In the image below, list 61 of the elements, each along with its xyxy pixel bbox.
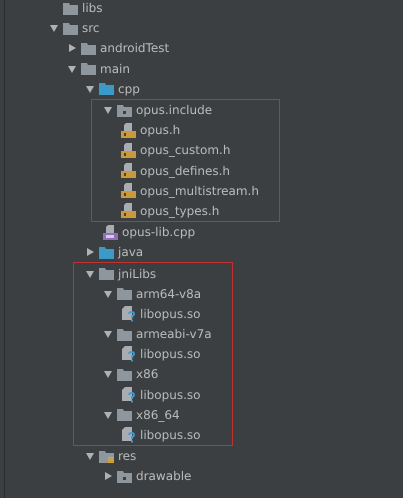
unknown-file-icon (121, 386, 136, 403)
tree-item-label[interactable]: libopus.so (140, 306, 201, 321)
tree-item-label[interactable]: libs (82, 1, 103, 16)
tree-item-label[interactable]: src (82, 21, 100, 36)
tree-item-label[interactable]: main (100, 62, 130, 76)
tree-item-label[interactable]: opus_defines.h (140, 164, 230, 178)
folder-icon (81, 62, 96, 76)
unknown-file-icon (121, 346, 136, 362)
tree-item-label[interactable]: arm64-v8a (136, 286, 202, 301)
folder-icon (117, 104, 132, 117)
expand-arrow-icon[interactable] (67, 64, 77, 74)
tree-item-label[interactable]: jniLibs (118, 266, 156, 281)
expand-arrow-icon[interactable] (103, 369, 113, 380)
tree-item-label[interactable]: res (118, 449, 136, 464)
unknown-file-icon (121, 306, 136, 322)
tree-item-label[interactable]: libopus.so (140, 428, 201, 442)
collapse-arrow-icon[interactable] (67, 43, 77, 54)
folder-icon (117, 368, 132, 381)
folder-icon (117, 470, 132, 483)
expand-arrow-icon[interactable] (103, 105, 113, 116)
header-file-icon (121, 163, 136, 178)
unknown-file-icon (121, 427, 136, 444)
expand-arrow-icon[interactable] (103, 288, 113, 299)
tree-item-label[interactable]: opus_types.h (140, 204, 220, 218)
tree-item-label[interactable]: androidTest (100, 41, 170, 56)
expand-arrow-icon[interactable] (103, 410, 113, 420)
folder-icon (117, 287, 132, 300)
tree-item-label[interactable]: x86 (136, 367, 158, 382)
header-file-icon (121, 183, 136, 198)
folder-icon (99, 82, 114, 96)
folder-icon (117, 328, 132, 341)
collapse-arrow-icon[interactable] (85, 247, 95, 258)
folder-icon (99, 267, 114, 280)
header-file-icon (121, 122, 136, 138)
expand-arrow-icon[interactable] (85, 268, 95, 279)
header-file-icon (121, 203, 136, 218)
collapse-arrow-icon[interactable] (103, 471, 113, 482)
tree-item-label[interactable]: cpp (118, 82, 140, 96)
cpp-file-icon (103, 224, 118, 240)
folder-icon (99, 246, 114, 259)
folder-icon (99, 450, 114, 463)
folder-icon (117, 408, 132, 422)
expand-arrow-icon[interactable] (85, 451, 95, 462)
folder-icon (63, 22, 78, 35)
tree-item-label[interactable]: opus_multistream.h (140, 184, 259, 198)
tree-item-label[interactable]: opus.include (136, 103, 212, 118)
header-file-icon (121, 142, 136, 158)
expand-arrow-icon[interactable] (85, 84, 95, 94)
tree-item-label[interactable]: opus-lib.cpp (122, 225, 196, 240)
expand-arrow-icon[interactable] (103, 329, 113, 340)
tree-item-label[interactable]: x86_64 (136, 408, 180, 422)
tree-item-label[interactable]: armeabi-v7a (136, 327, 212, 342)
folder-icon (63, 2, 78, 15)
tree-item-label[interactable]: java (118, 245, 144, 260)
tree-item-label[interactable]: opus_custom.h (140, 143, 230, 158)
expand-arrow-icon[interactable] (49, 23, 59, 34)
tree-item-label[interactable]: libopus.so (140, 347, 201, 362)
tree-item-label[interactable]: libopus.so (140, 388, 201, 402)
tree-item-label[interactable]: opus.h (140, 123, 180, 138)
tree-item-label[interactable]: drawable (136, 469, 192, 484)
folder-icon (81, 42, 96, 55)
